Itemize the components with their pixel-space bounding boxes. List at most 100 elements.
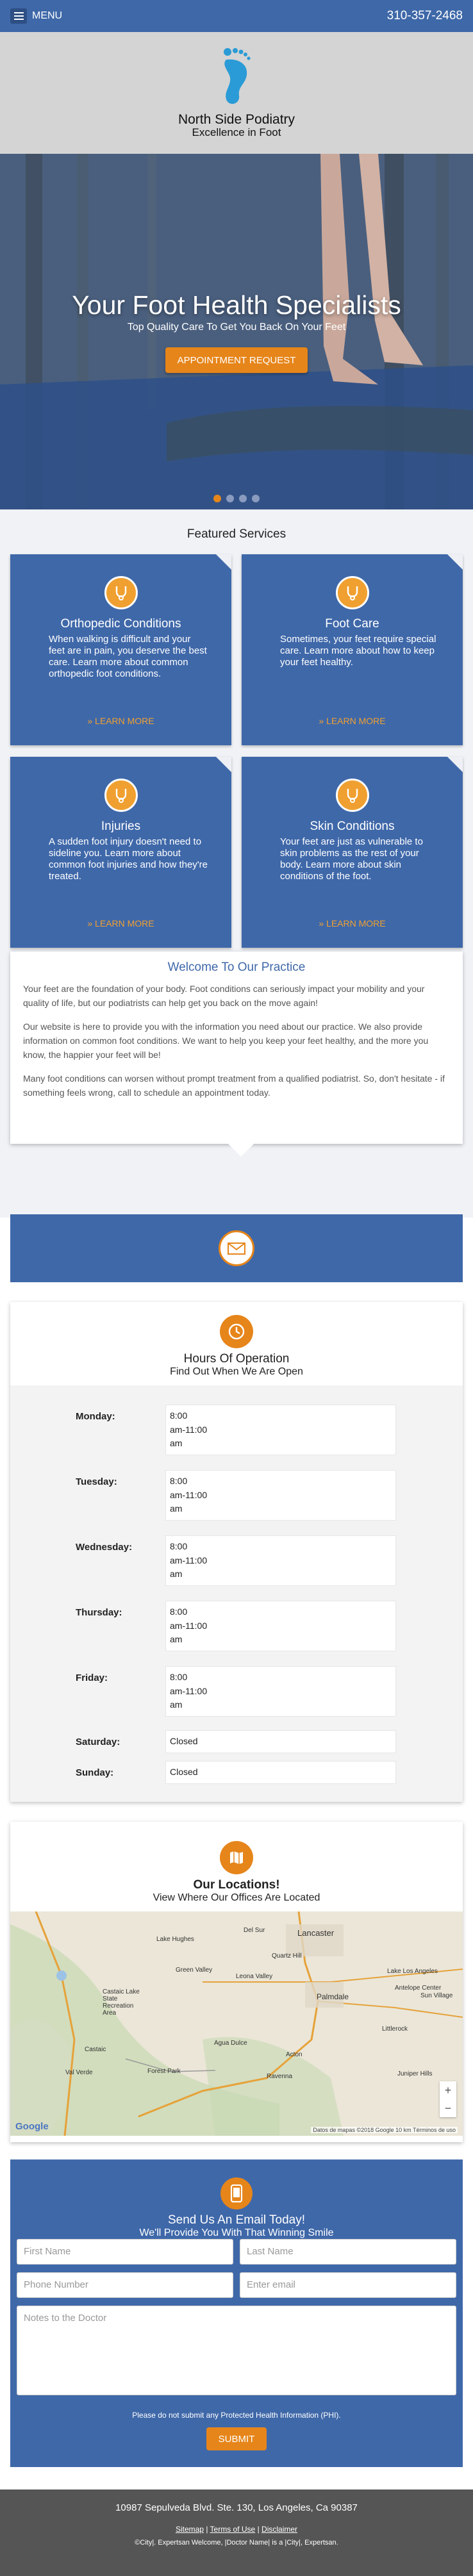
hero-title: Your Foot Health Specialists <box>72 290 401 320</box>
locations-section: Our Locations! View Where Our Offices Ar… <box>10 1822 463 2142</box>
appointment-request-button[interactable]: APPOINTMENT REQUEST <box>165 347 308 373</box>
contact-section: Send Us An Email Today! We'll Provide Yo… <box>10 2159 463 2467</box>
service-card-foot-care[interactable]: Foot Care Sometimes, your feet require s… <box>242 554 463 745</box>
hours-day: Tuesday: <box>76 1476 117 1487</box>
hours-value: 8:00 am-11:00 am <box>165 1470 396 1521</box>
newsletter-bar <box>10 1214 463 1282</box>
map-attribution[interactable]: Datos de mapas ©2018 Google 10 km Términ… <box>311 2127 458 2133</box>
slider-dot[interactable] <box>252 495 260 502</box>
phone-link[interactable]: 310-357-2468 <box>387 9 463 23</box>
service-title: Injuries <box>101 820 141 833</box>
service-card-skin-conditions[interactable]: Skin Conditions Your feet are just as vu… <box>242 757 463 948</box>
hours-value: Closed <box>165 1761 396 1784</box>
map-icon <box>220 1841 253 1874</box>
map-label: Antelope Center <box>395 1985 442 1992</box>
map-label: Sun Village <box>420 1992 453 1999</box>
hours-day: Friday: <box>76 1672 108 1683</box>
hamburger-icon <box>10 8 27 24</box>
menu-button[interactable]: MENU <box>10 8 62 24</box>
learn-more-link[interactable]: » LEARN MORE <box>242 918 463 929</box>
hours-day: Saturday: <box>76 1737 120 1747</box>
terms-link[interactable]: Terms of Use <box>210 2525 256 2534</box>
submit-button[interactable]: SUBMIT <box>206 2427 267 2450</box>
top-bar: MENU 310-357-2468 <box>0 0 473 32</box>
footer: 10987 Sepulveda Blvd. Ste. 130, Los Ange… <box>0 2489 473 2576</box>
map-label: Juniper Hills <box>397 2070 433 2077</box>
map-label: Lake Hughes <box>156 1936 194 1943</box>
brand-tagline: Excellence in Foot <box>192 126 281 139</box>
hours-header: Hours Of Operation Find Out When We Are … <box>10 1302 463 1385</box>
menu-label: MENU <box>32 10 63 21</box>
envelope-icon[interactable] <box>219 1230 254 1266</box>
stethoscope-icon <box>104 779 138 812</box>
email-field[interactable]: Enter email <box>240 2272 456 2298</box>
last-name-field[interactable]: Last Name <box>240 2239 456 2265</box>
service-title: Orthopedic Conditions <box>60 617 181 631</box>
featured-services-title: Featured Services <box>187 527 286 541</box>
zoom-out-icon[interactable]: − <box>440 2099 456 2117</box>
map-label: Forest Park <box>147 2068 181 2075</box>
locations-title: Our Locations! <box>193 1878 280 1892</box>
learn-more-link[interactable]: » LEARN MORE <box>10 918 231 929</box>
hours-day: Thursday: <box>76 1607 122 1618</box>
welcome-title: Welcome To Our Practice <box>167 961 306 974</box>
map-label: Palmdale <box>317 1992 349 2001</box>
slider-dot[interactable] <box>226 495 234 502</box>
slider-dot[interactable] <box>213 495 221 502</box>
hours-title: Hours Of Operation <box>183 1352 290 1366</box>
service-card-injuries[interactable]: Injuries A sudden foot injury doesn't ne… <box>10 757 231 948</box>
hours-value: 8:00 am-11:00 am <box>165 1601 396 1652</box>
mobile-phone-icon <box>220 2177 253 2209</box>
copyright: ©City|. Expertsan Welcome, |Doctor Name|… <box>135 2539 338 2547</box>
notes-textarea[interactable]: Notes to the Doctor <box>17 2306 456 2395</box>
slider-dots <box>0 495 473 502</box>
service-text: Sometimes, your feet require special car… <box>280 634 436 668</box>
map-label: Lake Los Angeles <box>387 1968 438 1975</box>
slider-dot[interactable] <box>239 495 247 502</box>
stethoscope-icon <box>104 576 138 609</box>
first-name-field[interactable]: First Name <box>17 2239 233 2265</box>
speech-tip <box>228 1144 254 1157</box>
learn-more-link[interactable]: » LEARN MORE <box>242 716 463 726</box>
hours-day: Wednesday: <box>76 1542 133 1553</box>
google-logo: Google <box>15 2121 49 2132</box>
phi-disclaimer: Please do not submit any Protected Healt… <box>132 2411 341 2420</box>
disclaimer-link[interactable]: Disclaimer <box>261 2525 297 2534</box>
locations-header: Our Locations! View Where Our Offices Ar… <box>10 1822 463 1911</box>
map-label: Lancaster <box>297 1928 335 1938</box>
page: MENU 310-357-2468 North Side Podiatry Ex… <box>0 0 473 2576</box>
welcome-section: Welcome To Our Practice Your feet are th… <box>10 952 463 1157</box>
service-card-orthopedic[interactable]: Orthopedic Conditions When walking is di… <box>10 554 231 745</box>
learn-more-link[interactable]: » LEARN MORE <box>10 716 231 726</box>
service-title: Skin Conditions <box>310 820 395 833</box>
location-map[interactable]: Lancaster Lake Hughes Del Sur Quartz Hil… <box>10 1911 463 2136</box>
clock-icon <box>220 1315 253 1348</box>
welcome-wrap: Welcome To Our Practice Your feet are th… <box>0 952 473 1218</box>
phone-field[interactable]: Phone Number <box>17 2272 233 2298</box>
contact-subtitle: We'll Provide You With That Winning Smil… <box>139 2227 334 2238</box>
featured-services: Featured Services Orthopedic Conditions … <box>0 509 473 952</box>
hours-value: Closed <box>165 1730 396 1753</box>
zoom-in-icon[interactable]: + <box>440 2081 456 2099</box>
map-label: Del Sur <box>244 1927 265 1934</box>
hours-value: 8:00 am-11:00 am <box>165 1405 396 1456</box>
service-title: Foot Care <box>325 617 379 631</box>
map-zoom-control[interactable]: + − <box>440 2081 456 2117</box>
map-label: Castaic <box>85 2046 106 2053</box>
service-text: Your feet are just as vulnerable to skin… <box>280 836 423 882</box>
sitemap-link[interactable]: Sitemap <box>176 2525 204 2534</box>
locations-subtitle: View Where Our Offices Are Located <box>153 1892 320 1903</box>
service-text: When walking is difficult and your feet … <box>49 634 207 679</box>
hero-slider: Your Foot Health Specialists Top Quality… <box>0 154 473 509</box>
footer-links: Sitemap | Terms of Use | Disclaimer <box>0 2525 473 2534</box>
map-label: Green Valley <box>176 1967 213 1974</box>
stethoscope-icon <box>335 576 369 609</box>
hours-day: Monday: <box>76 1411 115 1422</box>
footer-address: 10987 Sepulveda Blvd. Ste. 130, Los Ange… <box>115 2502 358 2513</box>
map-label: Agua Dulce <box>214 2040 247 2047</box>
hours-section: Hours Of Operation Find Out When We Are … <box>10 1302 463 1802</box>
hours-value: 8:00 am-11:00 am <box>165 1666 396 1717</box>
hours-subtitle: Find Out When We Are Open <box>170 1366 303 1377</box>
map-label: Littlerock <box>382 2026 408 2033</box>
logo-area: North Side Podiatry Excellence in Foot <box>0 32 473 154</box>
